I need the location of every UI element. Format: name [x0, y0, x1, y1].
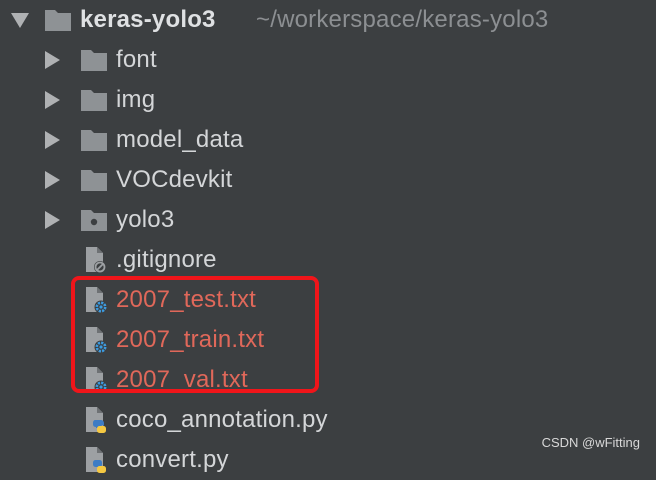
folder-name: font	[116, 46, 157, 73]
folder-icon	[81, 170, 107, 191]
chevron-right-icon[interactable]	[45, 131, 60, 149]
tree-folder-row[interactable]: yolo3	[0, 200, 656, 240]
file-name: convert.py	[116, 446, 229, 473]
gitignore-file-icon	[86, 247, 106, 273]
tree-folder-row[interactable]: VOCdevkit	[0, 160, 656, 200]
watermark: CSDN @wFitting	[541, 435, 640, 450]
root-folder-name: keras-yolo3	[80, 6, 216, 33]
python-file-icon	[86, 407, 106, 433]
tree-folder-row[interactable]: model_data	[0, 120, 656, 160]
folder-name: yolo3	[116, 206, 175, 233]
chevron-right-icon[interactable]	[45, 211, 60, 229]
chevron-right-icon[interactable]	[45, 171, 60, 189]
python-file-icon	[86, 447, 106, 473]
folder-icon	[81, 90, 107, 111]
folder-icon	[81, 130, 107, 151]
tree-file-row[interactable]: .gitignore	[0, 240, 656, 280]
folder-name: model_data	[116, 126, 244, 153]
chevron-right-icon[interactable]	[45, 91, 60, 109]
chevron-down-icon[interactable]	[11, 13, 29, 28]
tree-folder-row[interactable]: img	[0, 80, 656, 120]
file-name: .gitignore	[116, 246, 217, 273]
chevron-right-icon[interactable]	[45, 51, 60, 69]
folder-icon	[45, 10, 71, 31]
root-folder-path: ~/workerspace/keras-yolo3	[256, 6, 549, 33]
file-name: coco_annotation.py	[116, 406, 328, 433]
tree-root-row[interactable]: keras-yolo3 ~/workerspace/keras-yolo3	[0, 0, 656, 40]
folder-name: img	[116, 86, 156, 113]
folder-icon	[81, 50, 107, 71]
tree-folder-row[interactable]: font	[0, 40, 656, 80]
package-folder-icon	[81, 210, 107, 231]
highlight-box	[71, 276, 319, 393]
project-tree: keras-yolo3 ~/workerspace/keras-yolo3 fo…	[0, 0, 656, 473]
tree-file-row[interactable]: coco_annotation.py	[0, 400, 656, 440]
folder-name: VOCdevkit	[116, 166, 233, 193]
